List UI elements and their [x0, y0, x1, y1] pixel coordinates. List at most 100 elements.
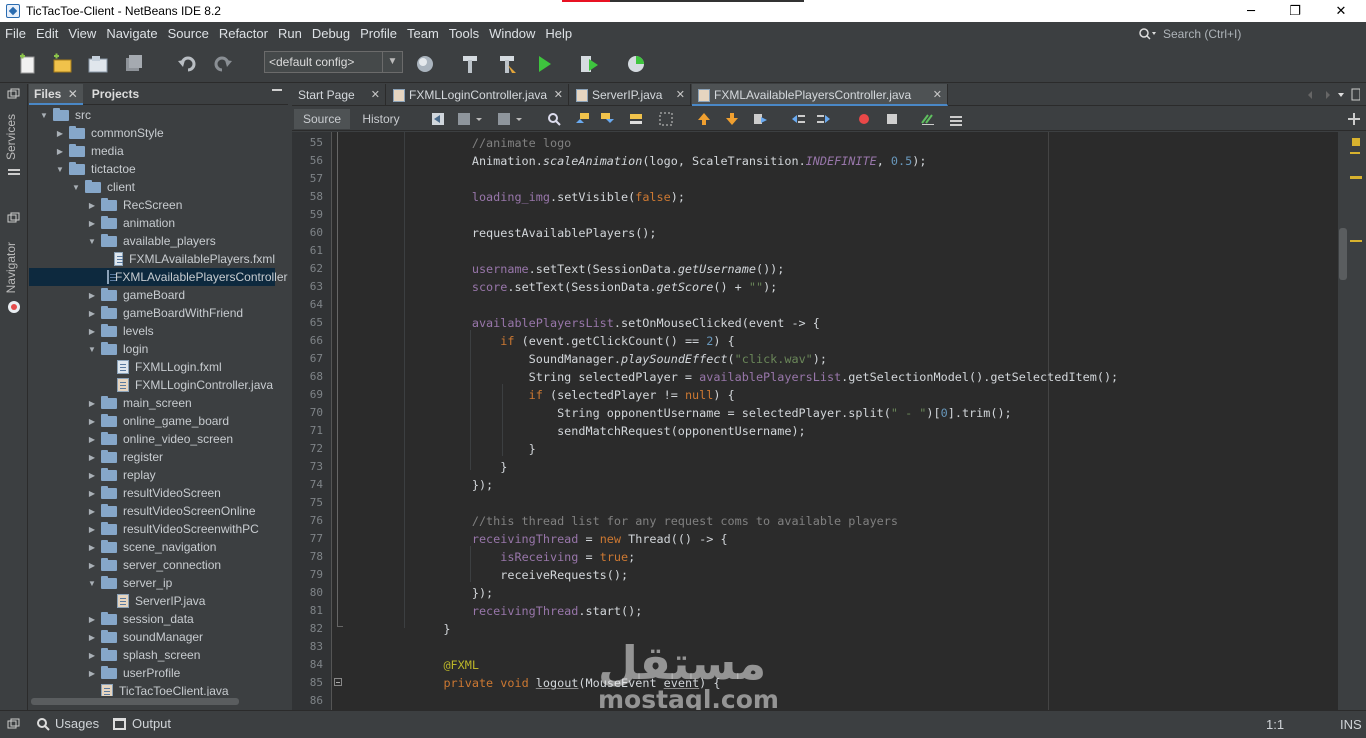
- tree-folder-item[interactable]: ▶ RecScreen: [29, 196, 275, 214]
- expand-icon[interactable]: ▶: [87, 219, 97, 228]
- last-edit-icon[interactable]: [430, 111, 446, 127]
- expand-icon[interactable]: ▶: [87, 651, 97, 660]
- comment-icon[interactable]: [920, 111, 936, 127]
- code-line[interactable]: String selectedPlayer = availablePlayers…: [344, 368, 1119, 386]
- expand-icon[interactable]: ▶: [55, 129, 65, 138]
- expand-icon[interactable]: ▶: [87, 615, 97, 624]
- warning-marker-icon[interactable]: [1352, 138, 1360, 146]
- tree-folder-item[interactable]: ▶ gameBoardWithFriend: [29, 304, 275, 322]
- menu-team[interactable]: Team: [402, 22, 444, 45]
- back-dropdown-icon[interactable]: [456, 111, 486, 127]
- collapse-icon[interactable]: ▼: [87, 345, 97, 354]
- tree-folder-item[interactable]: ▶ media: [29, 142, 275, 160]
- close-icon[interactable]: ✕: [933, 84, 942, 106]
- debug-button[interactable]: [578, 52, 602, 76]
- menu-refactor[interactable]: Refactor: [214, 22, 273, 45]
- code-line[interactable]: }: [344, 620, 450, 638]
- code-line[interactable]: receivingThread.start();: [344, 602, 642, 620]
- code-line[interactable]: receivingThread = new Thread(() -> {: [344, 530, 728, 548]
- tree-folder-item[interactable]: ▶ resultVideoScreenwithPC: [29, 520, 275, 538]
- code-line[interactable]: if (selectedPlayer != null) {: [344, 386, 735, 404]
- code-line[interactable]: isReceiving = true;: [344, 548, 635, 566]
- start-macro-icon[interactable]: [856, 111, 872, 127]
- code-area[interactable]: //animate logo Animation.scaleAnimation(…: [344, 132, 1338, 710]
- expand-icon[interactable]: ▶: [87, 507, 97, 516]
- collapse-icon[interactable]: ▼: [55, 165, 65, 174]
- shift-right-icon[interactable]: [816, 111, 832, 127]
- tab-fxml-login-controller[interactable]: FXMLLoginController.java ✕: [387, 84, 569, 106]
- search-input[interactable]: Search (Ctrl+I): [1163, 27, 1241, 41]
- tree-folder-item[interactable]: ▶ resultVideoScreenOnline: [29, 502, 275, 520]
- maximize-button[interactable]: ❐: [1272, 0, 1318, 22]
- collapse-icon[interactable]: ▼: [87, 237, 97, 246]
- close-icon[interactable]: ✕: [676, 84, 685, 106]
- history-view-button[interactable]: History: [356, 109, 406, 129]
- tree-folder-item[interactable]: ▶ resultVideoScreen: [29, 484, 275, 502]
- menu-debug[interactable]: Debug: [307, 22, 355, 45]
- new-project-button[interactable]: [50, 52, 74, 76]
- tab-start-page[interactable]: Start Page ✕: [292, 84, 386, 106]
- collapse-icon[interactable]: ▼: [39, 111, 49, 120]
- expand-icon[interactable]: ▶: [87, 561, 97, 570]
- quick-search[interactable]: Search (Ctrl+I): [1138, 22, 1241, 45]
- tree-folder-item[interactable]: ▶ main_screen: [29, 394, 275, 412]
- fold-toggle-icon[interactable]: [334, 678, 342, 686]
- code-line[interactable]: Animation.scaleAnimation(logo, ScaleTran…: [344, 152, 927, 170]
- shift-left-icon[interactable]: [790, 111, 806, 127]
- output-tab[interactable]: Output: [112, 716, 171, 731]
- code-line[interactable]: availablePlayersList.setOnMouseClicked(e…: [344, 314, 820, 332]
- tree-folder-item[interactable]: ▶ scene_navigation: [29, 538, 275, 556]
- code-line[interactable]: username.setText(SessionData.getUsername…: [344, 260, 785, 278]
- expand-icon[interactable]: ▶: [87, 525, 97, 534]
- previous-bookmark-icon[interactable]: [696, 111, 712, 127]
- expand-icon[interactable]: ▶: [87, 309, 97, 318]
- tree-folder-item[interactable]: ▶ splash_screen: [29, 646, 275, 664]
- code-line[interactable]: }: [344, 458, 507, 476]
- close-icon[interactable]: ✕: [68, 87, 78, 101]
- menu-tools[interactable]: Tools: [444, 22, 484, 45]
- profile-button[interactable]: [625, 52, 649, 76]
- tree-folder-item[interactable]: ▶ session_data: [29, 610, 275, 628]
- expand-icon[interactable]: ▶: [87, 489, 97, 498]
- open-project-button[interactable]: [86, 52, 110, 76]
- tree-folder-item[interactable]: ▶ soundManager: [29, 628, 275, 646]
- restore-window-icon[interactable]: [7, 212, 21, 224]
- tree-folder-item[interactable]: ▶ replay: [29, 466, 275, 484]
- tree-file-item[interactable]: FXMLLogin.fxml: [29, 358, 275, 376]
- navigator-tab[interactable]: Navigator: [4, 242, 18, 293]
- tree-folder-item[interactable]: ▼ src: [29, 106, 275, 124]
- next-bookmark-icon[interactable]: [724, 111, 740, 127]
- code-line[interactable]: });: [344, 476, 493, 494]
- menu-view[interactable]: View: [63, 22, 101, 45]
- code-line[interactable]: loading_img.setVisible(false);: [344, 188, 685, 206]
- error-stripe[interactable]: [1338, 132, 1366, 710]
- clean-build-button[interactable]: [495, 52, 519, 76]
- expand-icon[interactable]: ▶: [87, 453, 97, 462]
- expand-icon[interactable]: ▶: [87, 417, 97, 426]
- expand-icon[interactable]: ▶: [87, 327, 97, 336]
- tree-folder-item[interactable]: ▶ animation: [29, 214, 275, 232]
- build-button[interactable]: [458, 52, 482, 76]
- browser-button[interactable]: [414, 52, 438, 76]
- toggle-highlight-icon[interactable]: [628, 111, 644, 127]
- tree-folder-item[interactable]: ▶ online_game_board: [29, 412, 275, 430]
- code-line[interactable]: }: [344, 440, 536, 458]
- expand-icon[interactable]: ▶: [87, 543, 97, 552]
- tree-folder-item[interactable]: ▶ levels: [29, 322, 275, 340]
- minimize-button[interactable]: ─: [1228, 0, 1274, 22]
- code-line[interactable]: SoundManager.playSoundEffect("click.wav"…: [344, 350, 827, 368]
- close-button[interactable]: ✕: [1318, 0, 1364, 22]
- expand-icon[interactable]: ▶: [87, 201, 97, 210]
- code-line[interactable]: @FXML: [344, 656, 479, 674]
- expand-icon[interactable]: ▶: [87, 633, 97, 642]
- new-file-button[interactable]: [16, 52, 40, 76]
- services-tab[interactable]: Services: [4, 114, 18, 160]
- code-line[interactable]: score.setText(SessionData.getScore() + "…: [344, 278, 777, 296]
- minimize-panel-icon[interactable]: [272, 89, 282, 91]
- menu-window[interactable]: Window: [484, 22, 540, 45]
- menu-file[interactable]: File: [0, 22, 31, 45]
- tree-file-item[interactable]: ServerIP.java: [29, 592, 275, 610]
- editor-scrollbar-thumb[interactable]: [1339, 228, 1347, 280]
- collapse-icon[interactable]: ▼: [71, 183, 81, 192]
- tree-file-item[interactable]: FXMLLoginController.java: [29, 376, 275, 394]
